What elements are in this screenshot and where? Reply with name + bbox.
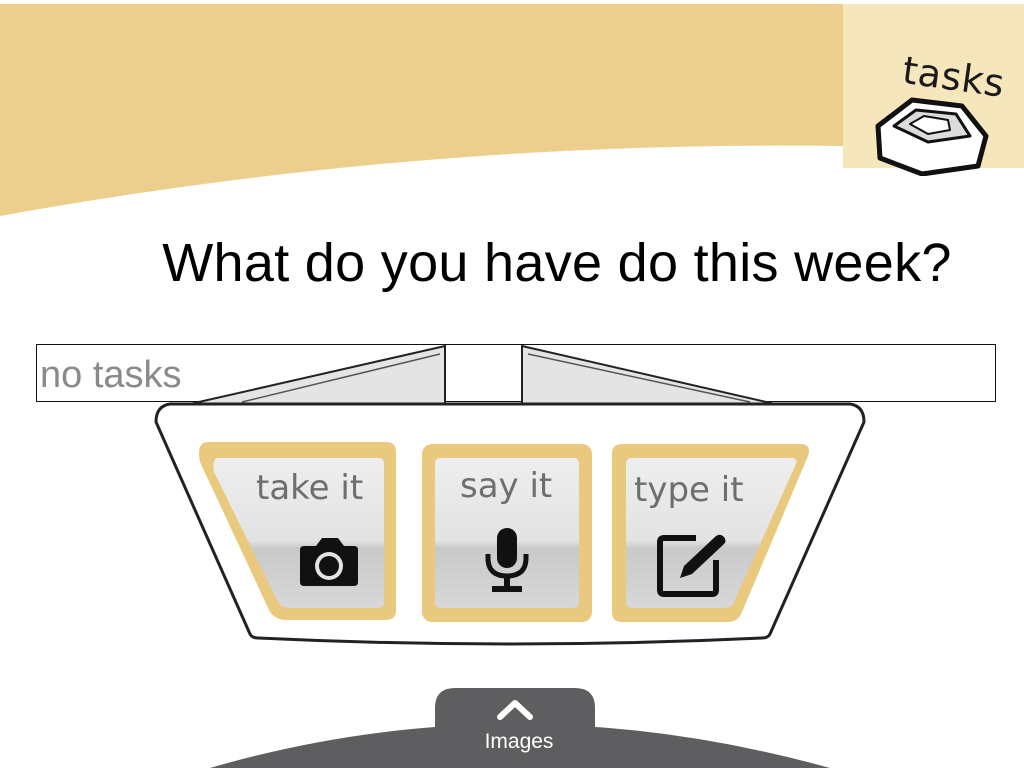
type-it-label: type it bbox=[634, 470, 744, 510]
say-it-button[interactable]: say it bbox=[422, 444, 592, 622]
microphone-icon bbox=[485, 528, 529, 592]
take-it-button[interactable]: take it bbox=[198, 442, 396, 620]
app-screen: tasks What do you have do this week? no … bbox=[0, 0, 1024, 768]
page-question: What do you have do this week? bbox=[162, 233, 952, 293]
inbox-tray-icon bbox=[875, 97, 989, 176]
chevron-up-icon bbox=[497, 700, 533, 720]
edit-note-icon bbox=[657, 534, 726, 597]
take-it-label: take it bbox=[256, 468, 364, 508]
camera-icon bbox=[300, 538, 358, 586]
say-it-label: say it bbox=[460, 466, 553, 506]
type-it-button[interactable]: type it bbox=[612, 444, 810, 622]
images-tab-label: Images bbox=[484, 730, 554, 753]
